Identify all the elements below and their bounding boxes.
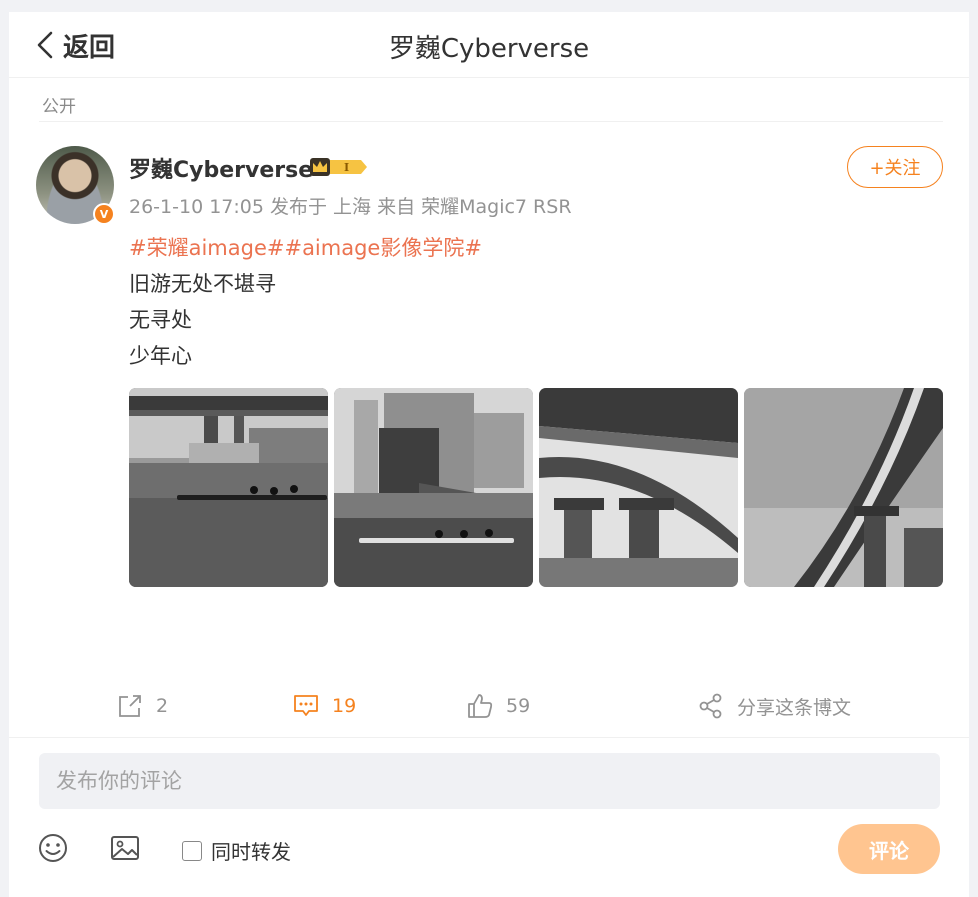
sync-repost-label: 同时转发 (211, 840, 291, 864)
photo-thumbnail[interactable] (129, 388, 328, 587)
action-bar: 2 19 59 分享这条博文 (9, 687, 969, 735)
page-title: 罗巍Cyberverse (388, 34, 590, 64)
comment-input[interactable] (39, 753, 940, 809)
photo-thumbnail[interactable] (744, 388, 943, 587)
repost-count: 2 (156, 695, 169, 717)
post-meta: 26-1-10 17:05 发布于 上海 来自 荣耀Magic7 RSR (129, 196, 572, 218)
follow-label: +关注 (869, 158, 921, 179)
submit-comment-button[interactable]: 评论 (838, 824, 940, 874)
comment-count: 19 (332, 695, 357, 717)
post-detail-card: 返回 罗巍Cyberverse 公开 V 罗巍Cyberverse I 26-1… (9, 12, 969, 897)
svg-text:I: I (344, 161, 349, 174)
comment-button[interactable]: 19 (292, 687, 356, 725)
post-text-line: 无寻处 (129, 308, 192, 332)
checkbox-box[interactable] (182, 840, 202, 861)
divider (9, 737, 969, 738)
sync-repost-checkbox[interactable]: 同时转发 (182, 836, 291, 865)
photo-grid (129, 388, 944, 587)
photo-thumbnail[interactable] (334, 388, 533, 587)
top-bar: 返回 罗巍Cyberverse (9, 12, 969, 78)
image-icon[interactable] (109, 832, 141, 864)
verified-badge: V (93, 203, 115, 225)
post-text-line: 少年心 (129, 344, 192, 368)
comment-icon (294, 695, 318, 716)
hashtag-link[interactable]: #荣耀aimage##aimage影像学院# (129, 232, 482, 262)
like-button[interactable]: 59 (466, 687, 530, 725)
share-icon (699, 693, 722, 719)
follow-button[interactable]: +关注 (847, 146, 943, 188)
share-button[interactable]: 分享这条博文 (697, 687, 851, 725)
like-count: 59 (506, 695, 531, 717)
photo-thumbnail[interactable] (539, 388, 738, 587)
member-crown-icon: I (310, 158, 367, 176)
author-name[interactable]: 罗巍Cyberverse (129, 152, 313, 184)
visibility-label: 公开 (42, 97, 76, 117)
repost-icon (119, 695, 141, 717)
divider (39, 121, 943, 122)
share-label: 分享这条博文 (737, 696, 852, 719)
thumbs-up-icon (468, 694, 493, 718)
post-text-line: 旧游无处不堪寻 (129, 272, 276, 296)
emoji-icon[interactable] (37, 832, 69, 864)
repost-button[interactable]: 2 (116, 687, 168, 725)
